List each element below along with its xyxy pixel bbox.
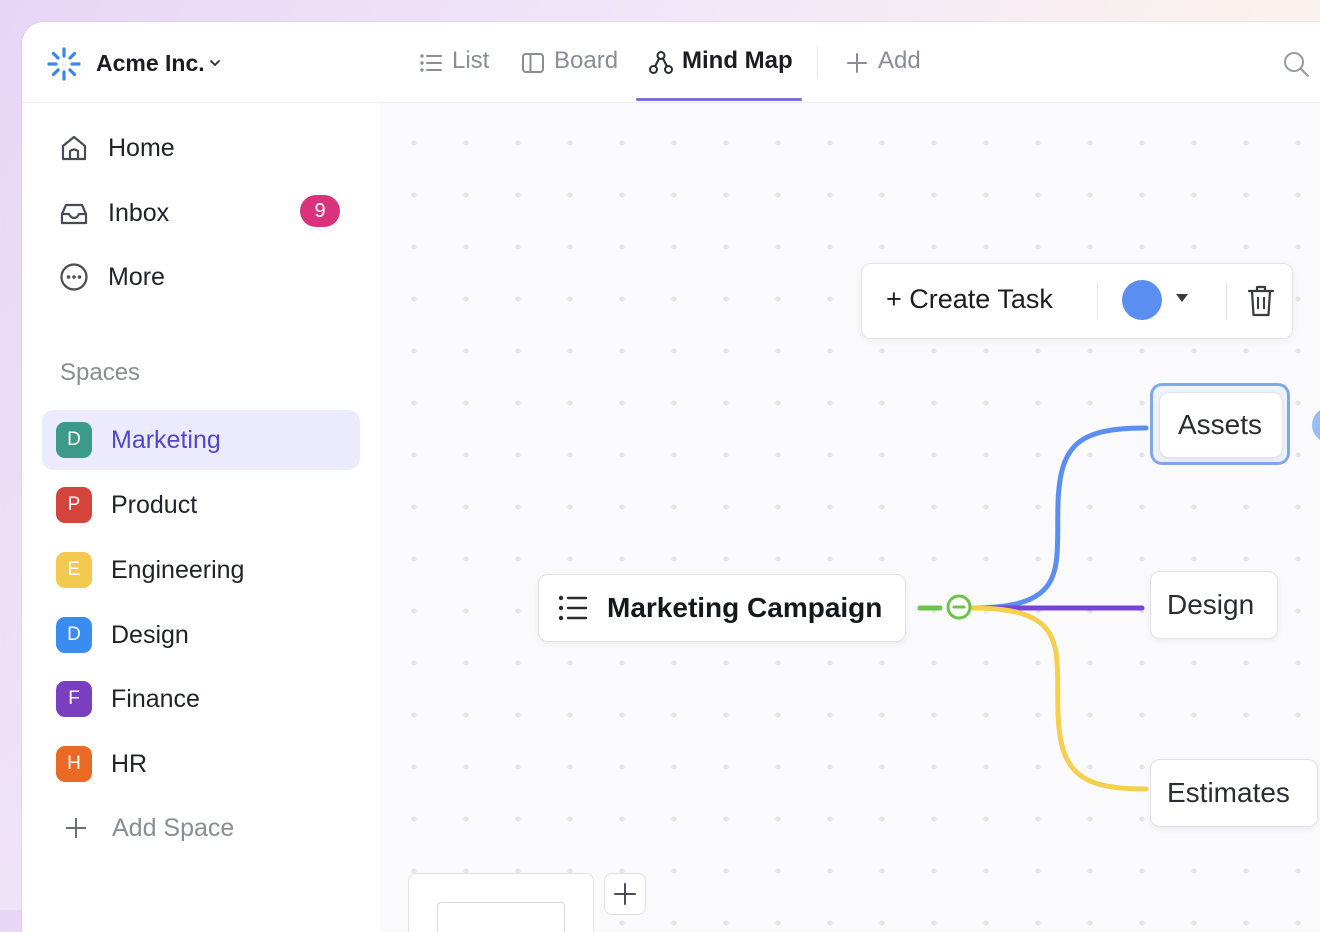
chevron-down-icon [210, 60, 220, 66]
home-icon [61, 135, 87, 161]
view-tabs-bar: List Board Mind Map Add [380, 22, 1320, 103]
app-window: Acme Inc. Home Inbox 9 More Spaces D Mar… [22, 22, 1320, 932]
space-label: Marketing [111, 426, 221, 454]
spaces-heading: Spaces [60, 359, 141, 386]
add-view-label: Add [878, 47, 921, 74]
trash-icon[interactable] [1246, 284, 1276, 318]
edge-estimates [969, 605, 1149, 792]
nav-item-label: More [108, 263, 165, 291]
space-label: HR [111, 750, 148, 778]
tab-label: Board [554, 47, 619, 74]
space-item-finance[interactable]: F Finance [42, 669, 360, 729]
mind-map-node-assets[interactable]: Assets [1159, 392, 1283, 458]
space-avatar: P [56, 487, 92, 523]
minimap[interactable] [408, 873, 594, 932]
node-toolbar: + Create Task [861, 263, 1293, 339]
tab-label: Mind Map [682, 47, 793, 74]
nav-item-more[interactable]: More [46, 251, 356, 303]
tab-label: List [452, 47, 490, 74]
mind-map-icon [649, 51, 673, 74]
mind-map-node-estimates[interactable]: Estimates [1150, 759, 1318, 827]
space-label: Design [111, 621, 189, 649]
space-item-hr[interactable]: H HR [42, 734, 360, 794]
active-tab-indicator [636, 98, 802, 101]
caret-down-icon[interactable] [1174, 292, 1190, 304]
workspace-switcher[interactable]: Acme Inc. [22, 22, 380, 103]
nav-item-label: Home [108, 134, 175, 162]
space-item-engineering[interactable]: E Engineering [42, 540, 360, 600]
board-icon [522, 53, 544, 73]
zoom-in-button[interactable] [604, 873, 646, 915]
mind-map-root-node[interactable]: Marketing Campaign [538, 574, 906, 642]
collapse-branch-icon[interactable] [946, 594, 972, 620]
node-label: Marketing Campaign [607, 592, 883, 623]
node-label: Design [1167, 589, 1255, 620]
space-item-marketing[interactable]: D Marketing [42, 410, 360, 470]
space-label: Engineering [111, 556, 245, 584]
nav-item-home[interactable]: Home [46, 122, 356, 174]
minimap-viewport [437, 902, 565, 932]
selected-node-outline: Assets [1150, 383, 1290, 465]
plus-icon [847, 53, 867, 73]
space-avatar: D [56, 422, 92, 458]
create-task-button[interactable]: + Create Task [886, 284, 1053, 315]
node-label: Estimates [1167, 777, 1290, 808]
space-avatar: F [56, 681, 92, 717]
workspace-name: Acme Inc. [96, 50, 205, 76]
sunburst-logo-icon [47, 47, 81, 81]
add-view-button[interactable]: Add [844, 22, 930, 102]
nav-item-label: Inbox [108, 199, 170, 227]
space-item-product[interactable]: P Product [42, 475, 360, 535]
toolbar-divider [1097, 282, 1098, 320]
space-label: Finance [111, 685, 200, 713]
plus-icon [66, 818, 86, 838]
node-color-swatch[interactable] [1122, 280, 1162, 320]
inbox-count-badge: 9 [300, 195, 340, 227]
inbox-icon [60, 203, 88, 225]
add-space-button[interactable]: Add Space [46, 802, 346, 854]
tab-mind-map[interactable]: Mind Map [648, 22, 798, 102]
space-avatar: E [56, 552, 92, 588]
nav-item-inbox[interactable]: Inbox 9 [46, 187, 356, 239]
list-icon [420, 54, 442, 72]
list-icon [558, 595, 588, 621]
add-space-label: Add Space [112, 814, 235, 842]
tab-board[interactable]: Board [520, 22, 624, 102]
space-avatar: D [56, 617, 92, 653]
tab-divider [817, 47, 818, 79]
mind-map-node-design[interactable]: Design [1150, 571, 1278, 639]
node-label: Assets [1178, 409, 1263, 440]
toolbar-divider [1226, 282, 1227, 320]
space-label: Product [111, 491, 198, 519]
space-item-design[interactable]: D Design [42, 605, 360, 665]
sidebar: Acme Inc. Home Inbox 9 More Spaces D Mar… [22, 22, 381, 932]
tab-list[interactable]: List [418, 22, 510, 102]
edge-assets [969, 425, 1149, 611]
search-icon[interactable] [1282, 50, 1310, 78]
mind-map-canvas[interactable]: + Create Task Marketing Campaign Assets … [380, 103, 1320, 932]
space-avatar: H [56, 746, 92, 782]
more-circle-icon [60, 263, 88, 291]
